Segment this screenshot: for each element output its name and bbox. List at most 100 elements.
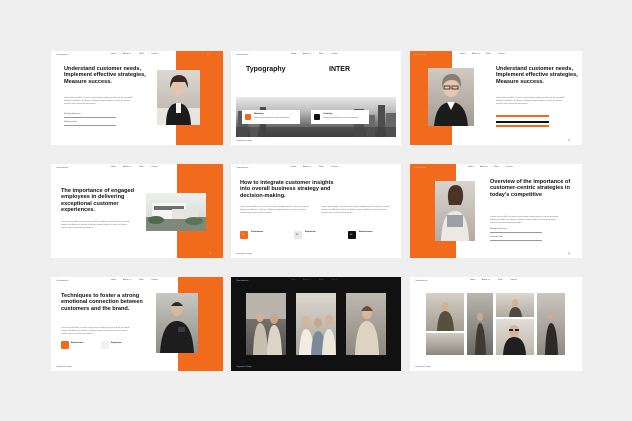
slide-3-thumbnail[interactable]: Communicate Home About us Work Contact U… (410, 51, 582, 145)
brand-label: Communicate (415, 280, 428, 282)
nav-about: About us (472, 53, 480, 55)
divider (490, 240, 542, 241)
gallery-photo (426, 333, 464, 355)
bulb-icon (314, 114, 320, 120)
slide-6-thumbnail[interactable]: Communicate Home About us Work Contact O… (410, 164, 582, 258)
slide-body-text: Lorem ipsum dolor sit amet consectetur a… (321, 206, 390, 214)
slide-7-thumbnail[interactable]: Communicate Home About us Work Contact T… (51, 277, 223, 371)
nav-home: Home (111, 53, 117, 55)
nav-home: Home (111, 166, 117, 168)
slide-title: Techniques to foster a strong emotional … (61, 293, 143, 312)
nav-contact: Contact (498, 53, 505, 55)
man-with-phone-photo (156, 293, 198, 353)
card-text: Lorem ipsum dolor sit amet consectetur (254, 117, 290, 119)
nav-about: About us (123, 53, 131, 55)
slide-9-thumbnail[interactable]: Communicate Home About us Work Contact C… (410, 277, 582, 371)
nav-home: Home (468, 166, 474, 168)
slide-title: How to integrate customer insights into … (240, 180, 334, 199)
divider (64, 117, 116, 118)
page-number: 04 (209, 253, 212, 255)
nav-home: Home (291, 53, 297, 55)
field-label: Strategic Goal (490, 236, 503, 238)
nav-about: About us (303, 53, 311, 55)
nav-work: Work (139, 53, 144, 55)
footer-label: Corporate Design (236, 366, 252, 368)
progress-bar (496, 115, 549, 117)
nav-work: Work (319, 166, 324, 168)
page-number: 06 (568, 253, 571, 255)
page-number: 01 (207, 54, 210, 56)
step-badge-3: 03 (348, 231, 356, 239)
nav-contact: Contact (151, 279, 158, 281)
woman-holding-laptop-photo (435, 181, 475, 241)
slide-5-thumbnail[interactable]: Communicate Home About us Work Contact H… (231, 164, 401, 258)
gallery-photo (426, 293, 464, 331)
brand-label: Communicate (56, 167, 69, 169)
woman-portrait-photo (157, 70, 200, 125)
slide-body-text: Lorem ipsum dolor sit amet consectetur a… (496, 97, 565, 105)
brand-label: Communicate (56, 280, 69, 282)
nav-contact: Contact (151, 166, 158, 168)
nav-about: About us (303, 166, 311, 168)
nav-contact: Contact (331, 279, 338, 281)
brand-label: Communicate (236, 280, 249, 282)
nav-about: About us (123, 279, 131, 281)
page-number: 03 (568, 140, 571, 142)
item-label: Achievement (71, 342, 84, 344)
slide-title: Understand customer needs, Implement eff… (496, 66, 578, 85)
progress-bar (496, 121, 549, 123)
slide-body-text: Lorem ipsum dolor sit amet consectetur a… (61, 221, 130, 229)
footer-label: Corporate Design (56, 366, 72, 368)
step-badge-1: 01 (240, 231, 248, 239)
info-card: Creativity Lorem ipsum dolor sit amet co… (311, 110, 369, 124)
slide-title: The importance of engaged employees in d… (61, 188, 135, 213)
people-walking-photo (246, 293, 286, 355)
nav-home: Home (291, 166, 297, 168)
nav-work: Work (319, 279, 324, 281)
nav-work: Work (494, 166, 499, 168)
nav-work: Work (486, 53, 491, 55)
progress-bar (496, 125, 549, 127)
field-label: Manage Expenses (64, 113, 81, 115)
nav-work: Work (139, 166, 144, 168)
slide-title: Typography (246, 66, 286, 73)
step-label: Experience (305, 231, 316, 233)
footer-label: Corporate Design (236, 140, 252, 142)
step-label: Achievements (359, 231, 373, 233)
modern-building-photo (146, 193, 206, 231)
slide-1-thumbnail[interactable]: Communicate Home About us Work Contact U… (51, 51, 223, 145)
font-name: INTER (329, 66, 350, 73)
woman-glasses-portrait-photo (428, 68, 474, 126)
star-icon (101, 341, 109, 349)
brand-label: Communicate (56, 54, 69, 56)
brand-label: Communicate (414, 167, 427, 169)
step-label: Performance (251, 231, 264, 233)
footer-label: Corporate Design (415, 366, 431, 368)
nav-home: Home (470, 279, 476, 281)
divider (490, 232, 542, 233)
nav-about: About us (482, 279, 490, 281)
woman-in-coat-photo (346, 293, 386, 355)
nav-home: Home (460, 53, 466, 55)
slide-title: Overview of the importance of customer-c… (490, 179, 571, 198)
field-label: Strategic Goal (64, 121, 77, 123)
field-label: Manage Expenses (490, 228, 507, 230)
nav-about: About us (303, 279, 311, 281)
nav-about: About us (480, 166, 488, 168)
step-badge-2: 02 (294, 231, 302, 239)
card-title: Creativity (323, 113, 333, 115)
slide-4-thumbnail[interactable]: Communicate Home About us Work Contact T… (51, 164, 223, 258)
slide-8-thumbnail[interactable]: Communicate Home About us Work Contact C… (231, 277, 401, 371)
card-text: Lorem ipsum dolor sit amet consectetur (323, 117, 359, 119)
gallery-photo (496, 319, 534, 355)
nav-work: Work (139, 279, 144, 281)
team-meeting-photo (296, 293, 336, 355)
nav-contact: Contact (506, 166, 513, 168)
trophy-icon (61, 341, 69, 349)
nav-contact: Contact (331, 166, 338, 168)
brand-label: Communicate (236, 54, 249, 56)
slide-2-thumbnail[interactable]: Communicate Home About us Work Contact T… (231, 51, 401, 145)
gallery-photo (496, 293, 534, 317)
slide-body-text: Lorem ipsum dolor sit amet consectetur a… (490, 216, 559, 224)
brand-label: Communicate (414, 54, 427, 56)
